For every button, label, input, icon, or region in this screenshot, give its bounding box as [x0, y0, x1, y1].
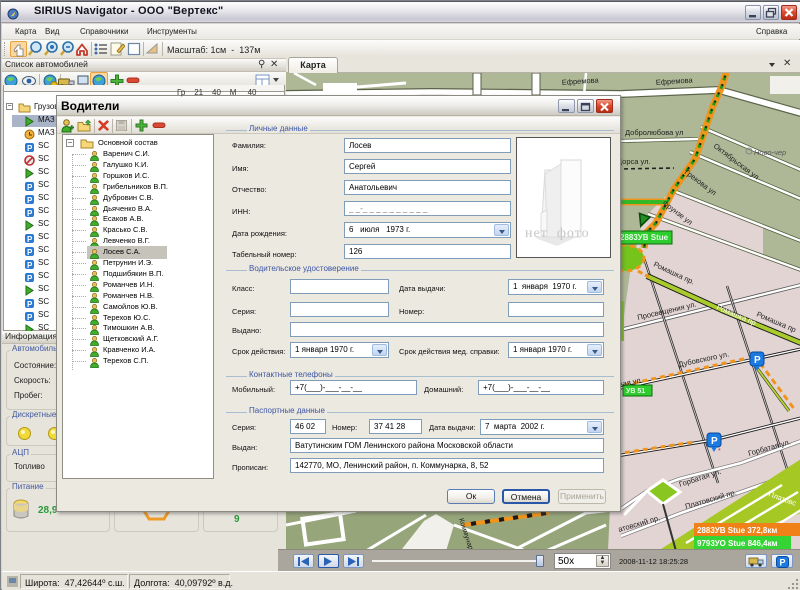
- svg-text:*: *: [718, 448, 721, 455]
- svg-text:2883УВ Stue: 2883УВ Stue: [620, 233, 669, 242]
- svg-text:P: P: [711, 436, 718, 447]
- svg-text:Дорса ул.: Дорса ул.: [617, 157, 651, 166]
- svg-text:P: P: [27, 313, 33, 322]
- svg-text:P: P: [27, 209, 33, 218]
- svg-text:P: P: [27, 183, 33, 192]
- svg-text:2883УВ Stue 372,8км: 2883УВ Stue 372,8км: [697, 526, 777, 535]
- svg-text:P: P: [754, 355, 761, 366]
- svg-text:P: P: [27, 235, 33, 244]
- svg-text:УВ 51: УВ 51: [626, 388, 645, 395]
- svg-text:P: P: [27, 261, 33, 270]
- svg-text:Ново-чер: Ново-чер: [754, 148, 786, 157]
- svg-text:P: P: [27, 300, 33, 309]
- svg-text:P: P: [27, 144, 33, 153]
- svg-text:P: P: [27, 248, 33, 257]
- svg-text:9793УО Stue 846,4км: 9793УО Stue 846,4км: [697, 539, 778, 548]
- svg-text:P: P: [27, 274, 33, 283]
- svg-text:P: P: [779, 558, 785, 568]
- svg-text:P: P: [27, 196, 33, 205]
- svg-text:Добролюбова ул: Добролюбова ул: [625, 128, 683, 137]
